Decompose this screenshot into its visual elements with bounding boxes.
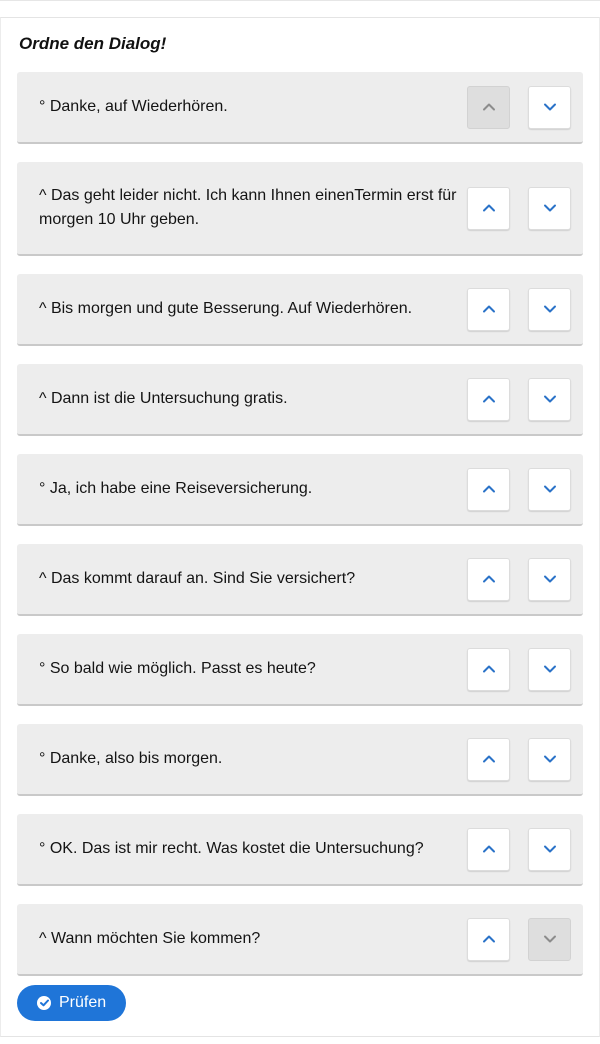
move-down-button[interactable] — [528, 557, 571, 601]
next-section-heading-clipped — [19, 1036, 139, 1044]
exercise-title: Ordne den Dialog! — [19, 34, 167, 53]
move-up-button[interactable] — [467, 917, 510, 961]
dialog-item-text: ° Danke, also bis morgen. — [39, 750, 223, 767]
dialog-item[interactable]: ^ Wann möchten Sie kommen? — [17, 904, 583, 976]
chevron-down-icon — [543, 755, 556, 763]
move-buttons — [467, 287, 583, 331]
check-button[interactable]: Prüfen — [17, 985, 127, 1021]
chevron-down-icon — [543, 935, 556, 943]
move-up-button[interactable] — [467, 647, 510, 691]
chevron-down-icon — [543, 575, 556, 583]
dialog-item[interactable]: ^ Bis morgen und gute Besserung. Auf Wie… — [17, 274, 583, 346]
move-up-button[interactable] — [467, 467, 510, 511]
dialog-item-text: ^ Das geht leider nicht. Ich kann Ihnen … — [39, 187, 457, 228]
move-down-button[interactable] — [528, 467, 571, 511]
dialog-item[interactable]: ^ Das kommt darauf an. Sind Sie versiche… — [17, 544, 583, 616]
dialog-item[interactable]: ° OK. Das ist mir recht. Was kostet die … — [17, 814, 583, 886]
move-buttons — [467, 737, 583, 781]
chevron-up-icon — [482, 665, 495, 673]
chevron-up-icon — [482, 305, 495, 313]
dialog-item[interactable]: ° Danke, auf Wiederhören. — [17, 72, 583, 144]
dialog-item-text: ° OK. Das ist mir recht. Was kostet die … — [39, 840, 424, 857]
chevron-down-icon — [543, 204, 556, 212]
move-up-button[interactable] — [467, 287, 510, 331]
move-buttons — [467, 827, 583, 871]
move-down-button[interactable] — [528, 287, 571, 331]
move-down-button — [528, 917, 571, 961]
chevron-down-icon — [543, 305, 556, 313]
chevron-up-icon — [482, 103, 495, 111]
move-down-button[interactable] — [528, 737, 571, 781]
move-down-button[interactable] — [528, 647, 571, 691]
chevron-down-icon — [543, 485, 556, 493]
dialog-item-text: ^ Dann ist die Untersuchung gratis. — [39, 390, 288, 407]
dialog-item[interactable]: ° Ja, ich habe eine Reiseversicherung. — [17, 454, 583, 526]
check-button-label: Prüfen — [59, 994, 107, 1011]
move-down-button[interactable] — [528, 85, 571, 129]
move-buttons — [467, 85, 583, 129]
dialog-item-text: ° Ja, ich habe eine Reiseversicherung. — [39, 480, 313, 497]
dialog-item[interactable]: ° Danke, also bis morgen. — [17, 724, 583, 796]
chevron-up-icon — [482, 485, 495, 493]
chevron-up-icon — [482, 845, 495, 853]
move-buttons — [467, 186, 583, 230]
move-down-button[interactable] — [528, 186, 571, 230]
move-up-button[interactable] — [467, 827, 510, 871]
move-buttons — [467, 557, 583, 601]
chevron-down-icon — [543, 665, 556, 673]
move-buttons — [467, 917, 583, 961]
move-buttons — [467, 467, 583, 511]
dialog-item-text: ^ Wann möchten Sie kommen? — [39, 930, 261, 947]
move-up-button[interactable] — [467, 737, 510, 781]
chevron-down-icon — [543, 103, 556, 111]
chevron-up-icon — [482, 204, 495, 212]
dialog-item-text: ° Danke, auf Wiederhören. — [39, 98, 228, 115]
move-buttons — [467, 647, 583, 691]
dialog-item-text: ° So bald wie möglich. Passt es heute? — [39, 660, 316, 677]
dialog-item-list: ° Danke, auf Wiederhören. ^ Das geht leid… — [17, 72, 583, 994]
check-circle-icon — [37, 996, 51, 1010]
dialog-item-text: ^ Das kommt darauf an. Sind Sie versiche… — [39, 570, 356, 587]
move-buttons — [467, 377, 583, 421]
move-up-button[interactable] — [467, 557, 510, 601]
chevron-down-icon — [543, 845, 556, 853]
move-down-button[interactable] — [528, 827, 571, 871]
dialog-item[interactable]: ^ Das geht leider nicht. Ich kann Ihnen … — [17, 162, 583, 256]
move-up-button — [467, 85, 510, 129]
dialog-item[interactable]: ^ Dann ist die Untersuchung gratis. — [17, 364, 583, 436]
dialog-item-text: ^ Bis morgen und gute Besserung. Auf Wie… — [39, 300, 413, 317]
move-down-button[interactable] — [528, 377, 571, 421]
chevron-up-icon — [482, 755, 495, 763]
chevron-up-icon — [482, 395, 495, 403]
dialog-item[interactable]: ° So bald wie möglich. Passt es heute? — [17, 634, 583, 706]
move-up-button[interactable] — [467, 377, 510, 421]
move-up-button[interactable] — [467, 186, 510, 230]
chevron-down-icon — [543, 395, 556, 403]
chevron-up-icon — [482, 575, 495, 583]
top-divider — [0, 0, 600, 1]
chevron-up-icon — [482, 935, 495, 943]
